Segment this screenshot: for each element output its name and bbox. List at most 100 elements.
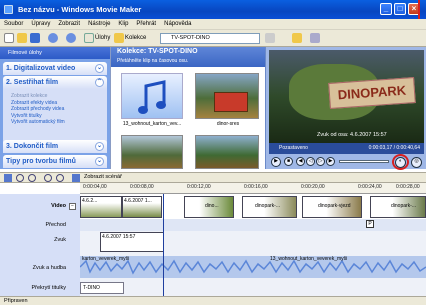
playhead[interactable] bbox=[163, 194, 164, 296]
link-automovie[interactable]: Vytvořit automatický film bbox=[11, 119, 99, 126]
window-title: Bez názvu - Windows Movie Maker bbox=[18, 5, 142, 14]
section-edit[interactable]: 2. Sestřihat film ⌃ bbox=[3, 76, 107, 89]
section-number: 2. bbox=[6, 79, 12, 86]
track-labels: Video − Přechod Zvuk Zvuk a hudba Překry… bbox=[0, 194, 80, 296]
clip-label: 4.6.2007 15:57 bbox=[102, 234, 136, 240]
tasks-button[interactable]: Úlohy bbox=[95, 33, 110, 44]
section-finish[interactable]: 3. Dokončit film ⌄ bbox=[3, 140, 107, 153]
video-clip[interactable]: 4.6.2... bbox=[80, 196, 122, 218]
fast-forward-icon[interactable]: ▶ bbox=[326, 157, 335, 166]
menu-play[interactable]: Přehrát bbox=[132, 19, 160, 30]
link-show-transitions[interactable]: Zobrazit přechody videa bbox=[11, 106, 99, 113]
overlay-date: Zvuk od osa: 4.6.2007 15:57 bbox=[317, 132, 387, 138]
up-folder-icon[interactable] bbox=[265, 33, 275, 43]
tasks-header-label: Filmové úlohy bbox=[8, 50, 42, 56]
clip-label: dinopark-... bbox=[391, 203, 417, 209]
tick-label: 0:00:12,00 bbox=[187, 184, 211, 190]
clip-thumb-4[interactable] bbox=[195, 135, 259, 169]
chevron-down-icon[interactable]: ⌄ bbox=[95, 64, 104, 73]
tick-label: 0:00:16,00 bbox=[244, 184, 268, 190]
collections-button[interactable]: Kolekce bbox=[125, 33, 146, 44]
title-bar: Bez názvu - Windows Movie Maker bbox=[0, 0, 426, 19]
rewind-timeline-icon[interactable] bbox=[44, 174, 52, 182]
set-audio-levels-icon[interactable] bbox=[4, 174, 12, 182]
chevron-up-icon[interactable]: ⌃ bbox=[95, 78, 104, 87]
new-folder-icon[interactable] bbox=[292, 33, 302, 43]
menu-tools[interactable]: Nástroje bbox=[84, 19, 114, 30]
clip-thumb-audio[interactable] bbox=[121, 73, 183, 119]
seek-bar[interactable] bbox=[339, 160, 389, 163]
menu-view[interactable]: Zobrazit bbox=[54, 19, 84, 30]
play-icon[interactable]: ▶ bbox=[271, 157, 281, 167]
timeline-toolbar: Zobrazit scénář bbox=[0, 172, 426, 183]
title-clip[interactable]: T-DINO bbox=[80, 282, 124, 294]
link-show-collections[interactable]: Zobrazit kolekce bbox=[11, 93, 99, 100]
zoom-out-icon[interactable] bbox=[28, 174, 36, 182]
section-title: Digitalizovat video bbox=[13, 65, 76, 72]
timeline-tracks: 4.6.2... 4.6.2007 1... dino... dinopark-… bbox=[79, 194, 426, 296]
section-number: 1. bbox=[6, 65, 12, 72]
views-icon[interactable] bbox=[310, 33, 320, 43]
menu-file[interactable]: Soubor bbox=[0, 19, 27, 30]
collection-select[interactable]: TV-SPOT-DINO bbox=[160, 33, 260, 44]
previous-frame-icon[interactable]: ◁ bbox=[306, 157, 315, 166]
menu-help[interactable]: Nápověda bbox=[160, 19, 195, 30]
section-title: Tipy pro tvorbu filmů bbox=[6, 158, 76, 165]
maximize-button[interactable]: □ bbox=[394, 3, 406, 15]
music-clip-label[interactable]: karton_veverek_myši bbox=[82, 256, 129, 262]
music-clip-label[interactable]: 13_wohnout_karton_veverek_myši bbox=[270, 256, 347, 262]
open-folder-icon[interactable] bbox=[17, 33, 27, 43]
undo-icon[interactable] bbox=[48, 33, 58, 43]
tasks-panel-header: Filmové úlohy bbox=[0, 47, 110, 59]
section-tips[interactable]: Tipy pro tvorbu filmů ⌄ bbox=[3, 155, 107, 168]
menu-clip[interactable]: Klip bbox=[114, 19, 132, 30]
chevron-down-icon[interactable]: ⌄ bbox=[95, 157, 104, 166]
clip-caption: 13_wohnout_karton_vev... bbox=[113, 121, 191, 127]
storyboard-icon[interactable] bbox=[72, 174, 80, 182]
video-clip[interactable]: dino... bbox=[184, 196, 234, 218]
link-show-effects[interactable]: Zobrazit efekty videa bbox=[11, 100, 99, 107]
clip-label: dinopark-... bbox=[255, 203, 281, 209]
next-frame-icon[interactable]: ▷ bbox=[316, 157, 325, 166]
video-clip[interactable]: dinopark-... bbox=[370, 196, 426, 218]
video-clip[interactable]: dinopark-... bbox=[242, 196, 297, 218]
play-timeline-icon[interactable] bbox=[56, 174, 64, 182]
menu-edit[interactable]: Úpravy bbox=[27, 19, 54, 30]
snapshot-icon[interactable]: ◎ bbox=[411, 157, 422, 168]
video-clip[interactable]: dinopark-vjezd bbox=[302, 196, 362, 218]
clip-thumb-dino[interactable] bbox=[195, 73, 259, 119]
player-status: Pozastaveno bbox=[279, 145, 308, 151]
section-capture[interactable]: 1. Digitalizovat video ⌄ bbox=[3, 62, 107, 75]
section-number: 3. bbox=[6, 143, 12, 150]
player-controls: ▶ ■ ◀ ◁ ▷ ▶ ◐ ◎ bbox=[269, 154, 424, 170]
status-text: Připraven bbox=[4, 298, 28, 304]
zoom-in-icon[interactable] bbox=[16, 174, 24, 182]
transition-track bbox=[80, 219, 426, 231]
time-ruler: 0:00:04,00 0:00:08,00 0:00:12,00 0:00:16… bbox=[80, 183, 426, 194]
link-create-titles[interactable]: Vytvořit titulky bbox=[11, 113, 99, 120]
chevron-down-icon[interactable]: ⌄ bbox=[95, 142, 104, 151]
save-icon[interactable] bbox=[30, 33, 40, 43]
clip-label: dinopark-vjezd bbox=[318, 203, 351, 209]
app-icon bbox=[4, 5, 13, 14]
expand-video-icon[interactable]: − bbox=[69, 203, 76, 210]
new-icon[interactable] bbox=[4, 33, 14, 43]
redo-icon[interactable] bbox=[66, 33, 76, 43]
collection-subtitle: Přetáhněte klip na časovou osu. bbox=[117, 58, 189, 64]
tasks-panel: Filmové úlohy 1. Digitalizovat video ⌄ 2… bbox=[0, 47, 110, 169]
clip-label: 4.6.2... bbox=[82, 198, 98, 204]
video-screen[interactable]: DINOPARK Zvuk od osa: 4.6.2007 15:57 bbox=[269, 50, 424, 143]
audio-clip[interactable]: 4.6.2007 15:57 bbox=[100, 232, 164, 252]
tasks-icon[interactable] bbox=[84, 33, 94, 43]
minimize-button[interactable]: _ bbox=[380, 3, 392, 15]
clip-caption: dinor-sres bbox=[203, 121, 253, 127]
clip-thumb-3[interactable] bbox=[121, 135, 183, 169]
transition-marker[interactable]: P bbox=[366, 220, 374, 228]
show-storyboard-button[interactable]: Zobrazit scénář bbox=[84, 174, 122, 180]
rewind-icon[interactable]: ◀ bbox=[296, 157, 305, 166]
collections-icon[interactable] bbox=[114, 33, 124, 43]
collection-select-value: TV-SPOT-DINO bbox=[171, 35, 210, 41]
annotation-circle bbox=[392, 154, 409, 170]
stop-icon[interactable]: ■ bbox=[284, 157, 293, 166]
video-clip[interactable]: 4.6.2007 1... bbox=[122, 196, 162, 218]
